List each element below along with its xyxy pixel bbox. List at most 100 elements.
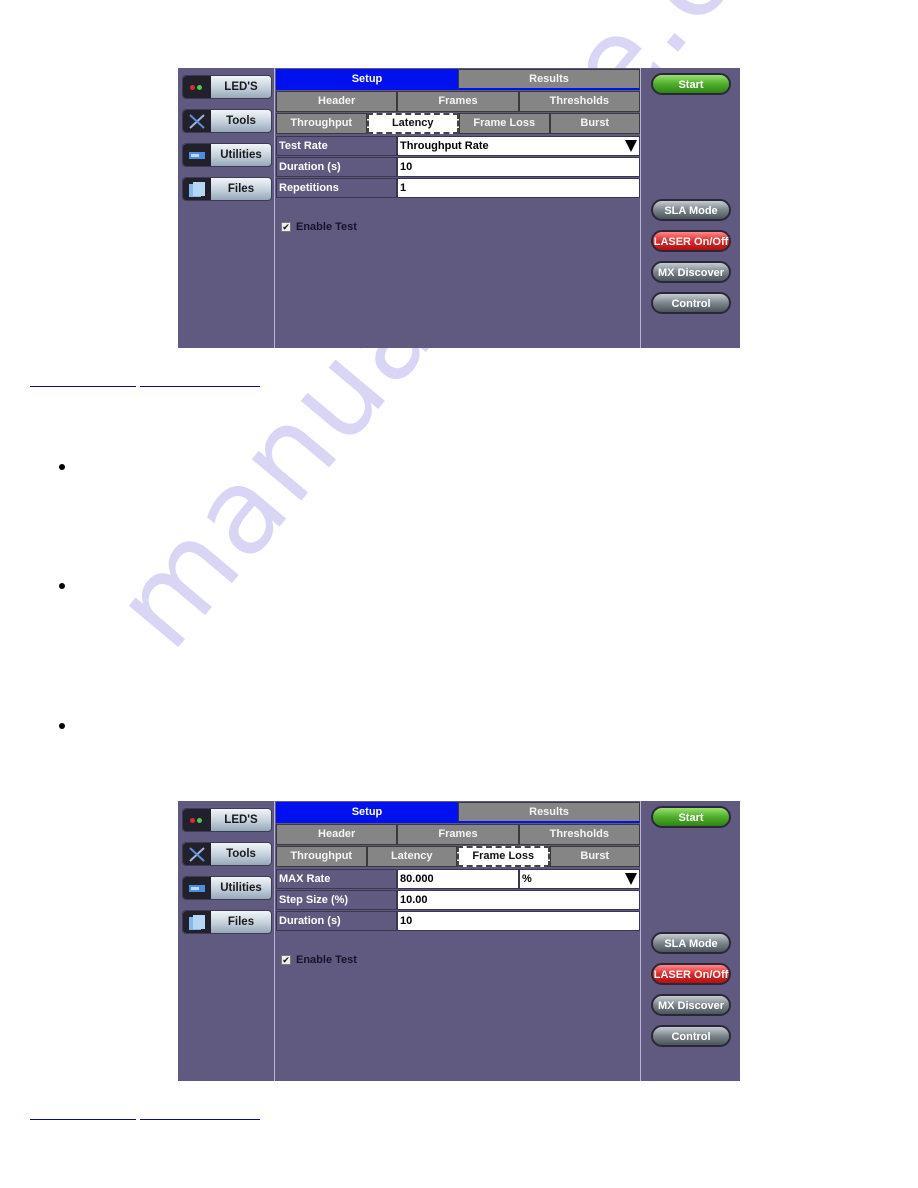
tab-results[interactable]: Results [458, 69, 640, 90]
repetitions-input[interactable]: 1 [397, 178, 640, 198]
leds-icon [183, 809, 211, 831]
tools-button[interactable]: Tools [182, 842, 272, 866]
files-button[interactable]: Files [182, 910, 272, 934]
nav-link-previous[interactable] [30, 1119, 136, 1120]
low-tab-row: Throughput Latency Frame Loss Burst [276, 113, 640, 134]
step-size-row: Step Size (%) 10.00 [276, 890, 640, 910]
tools-label: Tools [226, 848, 256, 860]
mx-discover-button[interactable]: MX Discover [651, 261, 731, 283]
utilities-label: Utilities [220, 149, 262, 161]
tab-frames[interactable]: Frames [397, 824, 519, 845]
files-icon [183, 178, 211, 200]
tools-button[interactable]: Tools [182, 109, 272, 133]
utilities-button[interactable]: Utilities [182, 143, 272, 167]
main-panel: Setup Results Header Frames Thresholds T… [276, 68, 641, 348]
low-tab-row: Throughput Latency Frame Loss Burst [276, 846, 640, 867]
nav-link-next[interactable] [140, 386, 260, 387]
tab-header[interactable]: Header [276, 91, 398, 112]
tools-icon [183, 110, 211, 132]
mid-tab-row: Header Frames Thresholds [276, 824, 640, 845]
dropdown-arrow-icon[interactable] [625, 873, 637, 885]
sla-mode-button[interactable]: SLA Mode [651, 932, 731, 954]
tab-latency[interactable]: Latency [366, 113, 459, 134]
files-button[interactable]: Files [182, 177, 272, 201]
tab-setup[interactable]: Setup [276, 802, 458, 823]
duration-label: Duration (s) [276, 157, 397, 177]
max-rate-input[interactable]: 80.000 [397, 869, 519, 889]
files-label: Files [227, 916, 255, 928]
dropdown-arrow-icon[interactable] [625, 140, 637, 152]
control-button[interactable]: Control [651, 292, 731, 314]
test-rate-select[interactable]: Throughput Rate [397, 136, 640, 156]
enable-test-checkbox[interactable]: ✔ Enable Test [281, 954, 357, 966]
bullet-3 [59, 723, 65, 729]
main-panel: Setup Results Header Frames Thresholds T… [276, 801, 641, 1081]
test-rate-row: Test Rate Throughput Rate [276, 136, 640, 156]
leds-label: LED'S [224, 81, 258, 93]
tab-setup[interactable]: Setup [276, 69, 458, 90]
enable-test-label: Enable Test [296, 954, 357, 966]
device-screenshot-latency: LED'S Tools Utilities Files Setup Result… [178, 68, 740, 348]
max-rate-row: MAX Rate 80.000 % [276, 869, 640, 889]
checkbox-checked-icon: ✔ [281, 222, 291, 232]
duration-label: Duration (s) [276, 911, 397, 931]
control-button[interactable]: Control [651, 1025, 731, 1047]
tab-burst[interactable]: Burst [549, 846, 640, 867]
top-tab-row: Setup Results [276, 69, 640, 90]
leds-button[interactable]: LED'S [182, 75, 272, 99]
laser-toggle-button[interactable]: LASER On/Off [651, 230, 731, 252]
nav-link-next[interactable] [140, 1119, 260, 1120]
bullet-1 [59, 464, 65, 470]
tab-burst[interactable]: Burst [549, 113, 640, 134]
max-rate-label: MAX Rate [276, 869, 397, 889]
duration-row: Duration (s) 10 [276, 157, 640, 177]
step-size-label: Step Size (%) [276, 890, 397, 910]
tools-icon [183, 843, 211, 865]
checkbox-checked-icon: ✔ [281, 955, 291, 965]
mid-tab-row: Header Frames Thresholds [276, 91, 640, 112]
leds-icon [183, 76, 211, 98]
files-label: Files [227, 183, 255, 195]
tab-frame-loss[interactable]: Frame Loss [459, 113, 550, 134]
tab-header[interactable]: Header [276, 824, 398, 845]
tab-results[interactable]: Results [458, 802, 640, 823]
utilities-label: Utilities [220, 882, 262, 894]
top-tab-row: Setup Results [276, 802, 640, 823]
tab-throughput[interactable]: Throughput [276, 113, 367, 134]
repetitions-row: Repetitions 1 [276, 178, 640, 198]
leds-label: LED'S [224, 814, 258, 826]
bullet-2 [59, 583, 65, 589]
sidebar: LED'S Tools Utilities Files [178, 801, 275, 1081]
max-rate-unit-select[interactable]: % [519, 869, 640, 889]
utilities-icon [183, 877, 211, 899]
right-action-bar: Start SLA Mode LASER On/Off MX Discover … [642, 801, 740, 1081]
leds-button[interactable]: LED'S [182, 808, 272, 832]
tab-latency[interactable]: Latency [366, 846, 457, 867]
tools-label: Tools [226, 115, 256, 127]
max-rate-unit-value: % [522, 873, 532, 885]
test-rate-value: Throughput Rate [400, 140, 489, 152]
tab-frame-loss[interactable]: Frame Loss [457, 846, 550, 867]
sla-mode-button[interactable]: SLA Mode [651, 199, 731, 221]
start-button[interactable]: Start [651, 806, 731, 828]
utilities-button[interactable]: Utilities [182, 876, 272, 900]
step-size-input[interactable]: 10.00 [397, 890, 640, 910]
right-action-bar: Start SLA Mode LASER On/Off MX Discover … [642, 68, 740, 348]
duration-row: Duration (s) 10 [276, 911, 640, 931]
device-screenshot-frame-loss: LED'S Tools Utilities Files Setup Result… [178, 801, 740, 1081]
duration-input[interactable]: 10 [397, 157, 640, 177]
files-icon [183, 911, 211, 933]
nav-link-previous[interactable] [30, 386, 136, 387]
mx-discover-button[interactable]: MX Discover [651, 994, 731, 1016]
duration-input[interactable]: 10 [397, 911, 640, 931]
tab-thresholds[interactable]: Thresholds [518, 91, 640, 112]
test-rate-label: Test Rate [276, 136, 397, 156]
repetitions-label: Repetitions [276, 178, 397, 198]
tab-throughput[interactable]: Throughput [276, 846, 367, 867]
start-button[interactable]: Start [651, 73, 731, 95]
enable-test-checkbox[interactable]: ✔ Enable Test [281, 221, 357, 233]
laser-toggle-button[interactable]: LASER On/Off [651, 963, 731, 985]
tab-thresholds[interactable]: Thresholds [518, 824, 640, 845]
tab-frames[interactable]: Frames [397, 91, 519, 112]
sidebar: LED'S Tools Utilities Files [178, 68, 275, 348]
